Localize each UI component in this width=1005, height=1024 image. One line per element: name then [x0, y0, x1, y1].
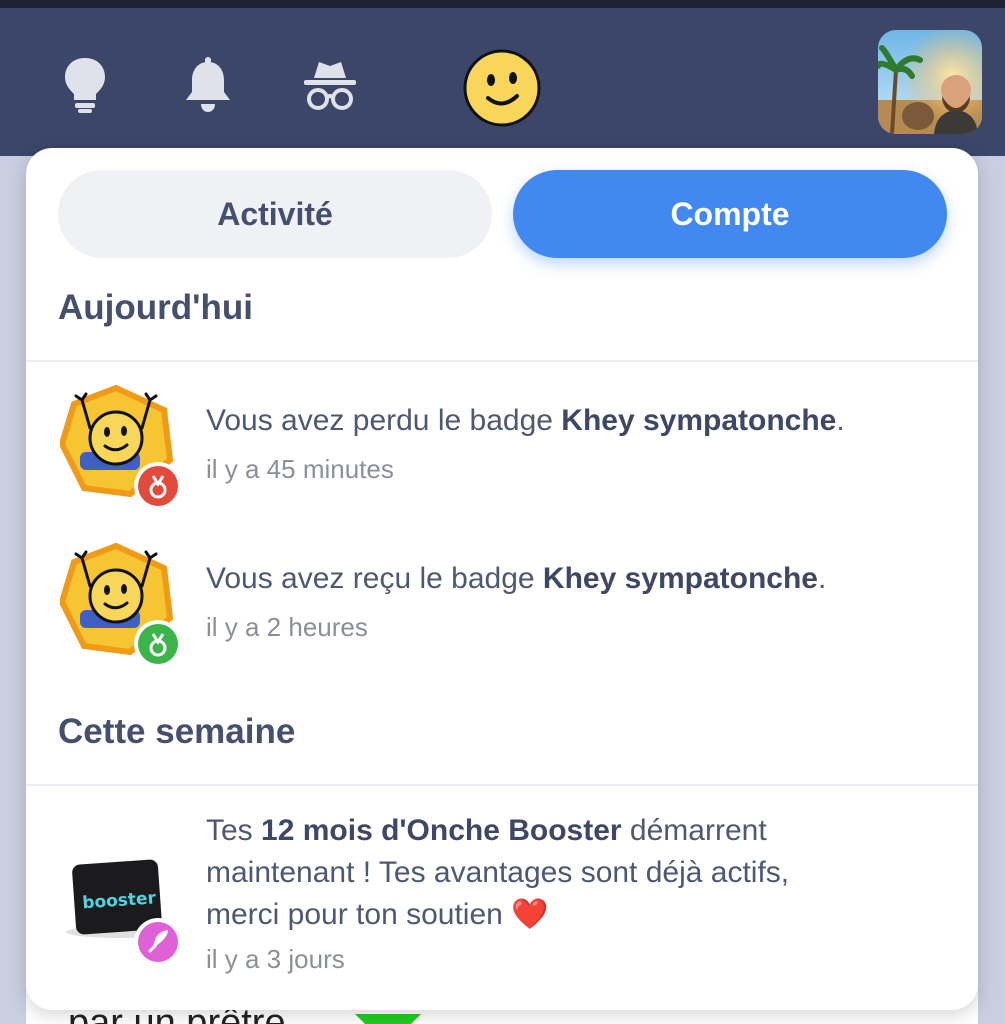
section-title-this-week: Cette semaine [58, 712, 296, 751]
notification-time: il y a 2 heures [206, 612, 368, 642]
notification-text: Vous avez reçu le badge Khey sympatonche… [206, 562, 827, 595]
khey-badge-received-icon [60, 542, 182, 668]
booster-name: 12 mois d'Onche Booster [261, 814, 622, 847]
divider [26, 784, 978, 786]
notification-item[interactable]: booster Tes 12 mois d'Onche Booster déma… [26, 804, 978, 1004]
user-avatar[interactable] [878, 30, 982, 134]
notifications-dropdown: Activité Compte Aujourd'hui Vous avez pe… [26, 148, 978, 1010]
divider [26, 360, 978, 362]
lightbulb-icon[interactable] [60, 54, 110, 114]
tab-activity[interactable]: Activité [58, 170, 492, 258]
notification-text: Tes 12 mois d'Onche Booster démarrent ma… [206, 814, 790, 931]
notification-item[interactable]: Vous avez reçu le badge Khey sympatonche… [26, 538, 978, 668]
notification-time: il y a 45 minutes [206, 454, 394, 484]
khey-badge-lost-icon [60, 384, 182, 510]
notification-item[interactable]: Vous avez perdu le badge Khey sympatonch… [26, 380, 978, 510]
badge-name: Khey sympatonche [561, 404, 837, 437]
smiley-logo-icon[interactable] [460, 46, 544, 130]
notification-time: il y a 3 jours [206, 944, 345, 974]
tab-account[interactable]: Compte [513, 170, 947, 258]
top-navbar [0, 8, 1005, 156]
booster-card-icon: booster [66, 859, 182, 964]
underlying-green-shape [355, 1014, 421, 1024]
bell-icon[interactable] [182, 56, 234, 114]
notification-text: Vous avez perdu le badge Khey sympatonch… [206, 404, 845, 437]
section-title-today: Aujourd'hui [58, 288, 253, 327]
incognito-icon[interactable] [302, 58, 358, 114]
top-strip [0, 0, 1005, 8]
badge-name: Khey sympatonche [542, 562, 818, 595]
